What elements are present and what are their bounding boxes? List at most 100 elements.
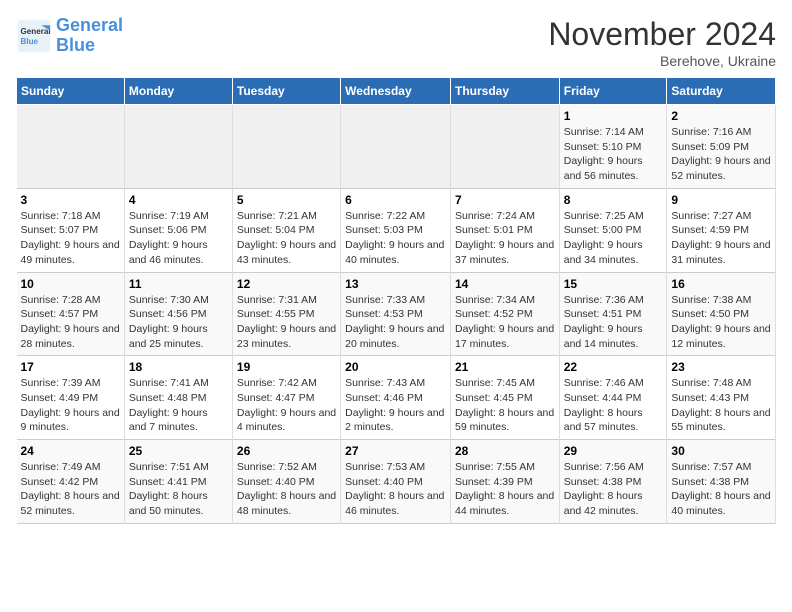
calendar-cell: 1 Sunrise: 7:14 AMSunset: 5:10 PMDaylight… bbox=[559, 105, 667, 189]
calendar-cell: 7Sunrise: 7:24 AMSunset: 5:01 PMDaylight… bbox=[450, 188, 559, 272]
day-info: Sunrise: 7:34 AMSunset: 4:52 PMDaylight:… bbox=[455, 293, 555, 352]
weekday-header-row: SundayMondayTuesdayWednesdayThursdayFrid… bbox=[17, 78, 776, 105]
day-info: Sunrise: 7:46 AMSunset: 4:44 PMDaylight:… bbox=[564, 376, 663, 435]
calendar-cell: 29 Sunrise: 7:56 AMSunset: 4:38 PMDayligh… bbox=[559, 440, 667, 524]
calendar-week-row: 3 Sunrise: 7:18 AMSunset: 5:07 PMDaylight… bbox=[17, 188, 776, 272]
calendar-cell: 8 Sunrise: 7:25 AMSunset: 5:00 PMDaylight… bbox=[559, 188, 667, 272]
calendar-cell: 5Sunrise: 7:21 AMSunset: 5:04 PMDaylight… bbox=[232, 188, 340, 272]
calendar-cell: 10 Sunrise: 7:28 AMSunset: 4:57 PMDayligh… bbox=[17, 272, 125, 356]
day-number: 4 bbox=[129, 193, 228, 207]
day-info: Sunrise: 7:22 AMSunset: 5:03 PMDaylight:… bbox=[345, 209, 446, 268]
day-info: Sunrise: 7:27 AMSunset: 4:59 PMDaylight:… bbox=[671, 209, 771, 268]
weekday-header-monday: Monday bbox=[124, 78, 232, 105]
day-info: Sunrise: 7:53 AMSunset: 4:40 PMDaylight:… bbox=[345, 460, 446, 519]
weekday-header-thursday: Thursday bbox=[450, 78, 559, 105]
day-number: 30 bbox=[671, 444, 771, 458]
day-info: Sunrise: 7:36 AMSunset: 4:51 PMDaylight:… bbox=[564, 293, 663, 352]
calendar-cell: 24Sunrise: 7:49 AMSunset: 4:42 PMDayligh… bbox=[17, 440, 125, 524]
day-number: 16 bbox=[671, 277, 771, 291]
calendar-cell: 17 Sunrise: 7:39 AMSunset: 4:49 PMDayligh… bbox=[17, 356, 125, 440]
day-info: Sunrise: 7:39 AMSunset: 4:49 PMDaylight:… bbox=[21, 376, 120, 435]
day-info: Sunrise: 7:18 AMSunset: 5:07 PMDaylight:… bbox=[21, 209, 120, 268]
day-number: 27 bbox=[345, 444, 446, 458]
calendar-cell: 16 Sunrise: 7:38 AMSunset: 4:50 PMDayligh… bbox=[667, 272, 776, 356]
calendar-cell: 11Sunrise: 7:30 AMSunset: 4:56 PMDayligh… bbox=[124, 272, 232, 356]
weekday-header-tuesday: Tuesday bbox=[232, 78, 340, 105]
calendar-table: SundayMondayTuesdayWednesdayThursdayFrid… bbox=[16, 77, 776, 524]
day-number: 3 bbox=[21, 193, 120, 207]
day-number: 19 bbox=[237, 360, 336, 374]
day-number: 23 bbox=[671, 360, 771, 374]
calendar-cell: 9Sunrise: 7:27 AMSunset: 4:59 PMDaylight… bbox=[667, 188, 776, 272]
day-info: Sunrise: 7:25 AMSunset: 5:00 PMDaylight:… bbox=[564, 209, 663, 268]
calendar-week-row: 17 Sunrise: 7:39 AMSunset: 4:49 PMDayligh… bbox=[17, 356, 776, 440]
calendar-week-row: 24Sunrise: 7:49 AMSunset: 4:42 PMDayligh… bbox=[17, 440, 776, 524]
weekday-header-wednesday: Wednesday bbox=[341, 78, 451, 105]
month-title: November 2024 bbox=[548, 16, 776, 53]
calendar-cell: 13Sunrise: 7:33 AMSunset: 4:53 PMDayligh… bbox=[341, 272, 451, 356]
day-number: 26 bbox=[237, 444, 336, 458]
calendar-cell: 25 Sunrise: 7:51 AMSunset: 4:41 PMDayligh… bbox=[124, 440, 232, 524]
calendar-cell: 18 Sunrise: 7:41 AMSunset: 4:48 PMDayligh… bbox=[124, 356, 232, 440]
calendar-cell: 4Sunrise: 7:19 AMSunset: 5:06 PMDaylight… bbox=[124, 188, 232, 272]
calendar-cell: 12 Sunrise: 7:31 AMSunset: 4:55 PMDayligh… bbox=[232, 272, 340, 356]
calendar-cell: 3 Sunrise: 7:18 AMSunset: 5:07 PMDaylight… bbox=[17, 188, 125, 272]
day-number: 10 bbox=[21, 277, 120, 291]
calendar-week-row: 1 Sunrise: 7:14 AMSunset: 5:10 PMDaylight… bbox=[17, 105, 776, 189]
day-number: 20 bbox=[345, 360, 446, 374]
day-number: 25 bbox=[129, 444, 228, 458]
day-info: Sunrise: 7:28 AMSunset: 4:57 PMDaylight:… bbox=[21, 293, 120, 352]
calendar-header: SundayMondayTuesdayWednesdayThursdayFrid… bbox=[17, 78, 776, 105]
day-number: 14 bbox=[455, 277, 555, 291]
day-info: Sunrise: 7:21 AMSunset: 5:04 PMDaylight:… bbox=[237, 209, 336, 268]
day-info: Sunrise: 7:56 AMSunset: 4:38 PMDaylight:… bbox=[564, 460, 663, 519]
calendar-week-row: 10 Sunrise: 7:28 AMSunset: 4:57 PMDayligh… bbox=[17, 272, 776, 356]
calendar-cell bbox=[341, 105, 451, 189]
logo-line2: Blue bbox=[56, 35, 95, 55]
page-header: General Blue General Blue November 2024 … bbox=[16, 16, 776, 69]
logo: General Blue General Blue bbox=[16, 16, 123, 56]
day-number: 29 bbox=[564, 444, 663, 458]
day-info: Sunrise: 7:52 AMSunset: 4:40 PMDaylight:… bbox=[237, 460, 336, 519]
day-number: 1 bbox=[564, 109, 663, 123]
day-info: Sunrise: 7:42 AMSunset: 4:47 PMDaylight:… bbox=[237, 376, 336, 435]
day-number: 11 bbox=[129, 277, 228, 291]
day-number: 6 bbox=[345, 193, 446, 207]
logo-icon: General Blue bbox=[16, 18, 52, 54]
calendar-cell: 30Sunrise: 7:57 AMSunset: 4:38 PMDayligh… bbox=[667, 440, 776, 524]
calendar-cell: 27 Sunrise: 7:53 AMSunset: 4:40 PMDayligh… bbox=[341, 440, 451, 524]
day-number: 18 bbox=[129, 360, 228, 374]
day-number: 12 bbox=[237, 277, 336, 291]
day-info: Sunrise: 7:38 AMSunset: 4:50 PMDaylight:… bbox=[671, 293, 771, 352]
day-info: Sunrise: 7:41 AMSunset: 4:48 PMDaylight:… bbox=[129, 376, 228, 435]
day-number: 2 bbox=[671, 109, 771, 123]
location-subtitle: Berehove, Ukraine bbox=[548, 53, 776, 69]
calendar-cell bbox=[124, 105, 232, 189]
day-number: 15 bbox=[564, 277, 663, 291]
day-info: Sunrise: 7:14 AMSunset: 5:10 PMDaylight:… bbox=[564, 125, 663, 184]
calendar-cell: 22Sunrise: 7:46 AMSunset: 4:44 PMDayligh… bbox=[559, 356, 667, 440]
calendar-cell: 26 Sunrise: 7:52 AMSunset: 4:40 PMDayligh… bbox=[232, 440, 340, 524]
calendar-cell: 6 Sunrise: 7:22 AMSunset: 5:03 PMDaylight… bbox=[341, 188, 451, 272]
day-info: Sunrise: 7:55 AMSunset: 4:39 PMDaylight:… bbox=[455, 460, 555, 519]
day-number: 24 bbox=[21, 444, 120, 458]
calendar-cell bbox=[17, 105, 125, 189]
logo-line1: General bbox=[56, 15, 123, 35]
day-info: Sunrise: 7:33 AMSunset: 4:53 PMDaylight:… bbox=[345, 293, 446, 352]
day-info: Sunrise: 7:45 AMSunset: 4:45 PMDaylight:… bbox=[455, 376, 555, 435]
calendar-cell: 23 Sunrise: 7:48 AMSunset: 4:43 PMDayligh… bbox=[667, 356, 776, 440]
day-info: Sunrise: 7:48 AMSunset: 4:43 PMDaylight:… bbox=[671, 376, 771, 435]
day-info: Sunrise: 7:51 AMSunset: 4:41 PMDaylight:… bbox=[129, 460, 228, 519]
day-number: 8 bbox=[564, 193, 663, 207]
day-number: 17 bbox=[21, 360, 120, 374]
weekday-header-saturday: Saturday bbox=[667, 78, 776, 105]
svg-text:General: General bbox=[21, 27, 51, 36]
day-info: Sunrise: 7:31 AMSunset: 4:55 PMDaylight:… bbox=[237, 293, 336, 352]
calendar-cell bbox=[450, 105, 559, 189]
day-number: 7 bbox=[455, 193, 555, 207]
calendar-cell: 28Sunrise: 7:55 AMSunset: 4:39 PMDayligh… bbox=[450, 440, 559, 524]
weekday-header-sunday: Sunday bbox=[17, 78, 125, 105]
calendar-cell: 21Sunrise: 7:45 AMSunset: 4:45 PMDayligh… bbox=[450, 356, 559, 440]
calendar-body: 1 Sunrise: 7:14 AMSunset: 5:10 PMDaylight… bbox=[17, 105, 776, 524]
calendar-cell: 20Sunrise: 7:43 AMSunset: 4:46 PMDayligh… bbox=[341, 356, 451, 440]
